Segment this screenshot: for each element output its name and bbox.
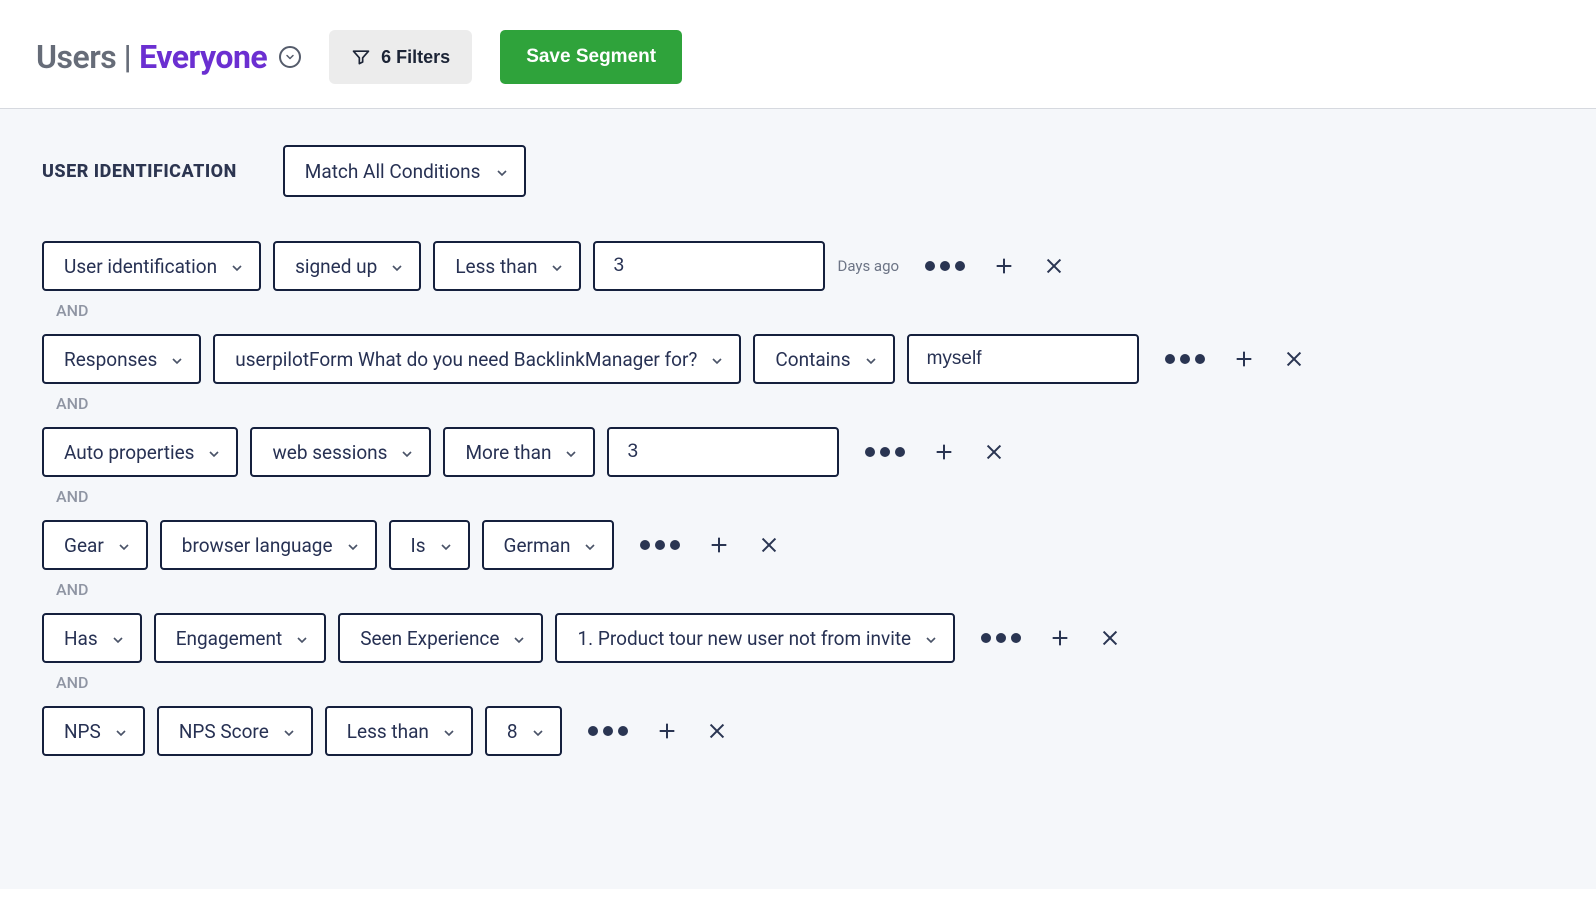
chevron-down-icon [116, 537, 132, 553]
chevron-down-icon [399, 444, 415, 460]
chevron-down-icon [438, 537, 454, 553]
and-connector: AND [56, 487, 1554, 506]
condition-row: Auto properties web sessions More than [42, 427, 1554, 477]
category-select[interactable]: NPS [42, 706, 145, 756]
segment-dropdown-toggle[interactable] [279, 46, 301, 68]
chevron-down-icon [709, 351, 725, 367]
section-title: USER IDENTIFICATION [42, 161, 237, 182]
condition-row: User identification signed up Less than … [42, 241, 1554, 291]
chevron-down-icon [563, 444, 579, 460]
condition-row: Gear browser language Is German [42, 520, 1554, 570]
value-select[interactable]: German [482, 520, 615, 570]
remove-condition-button[interactable] [1283, 348, 1305, 370]
category-select[interactable]: Auto properties [42, 427, 238, 477]
chevron-down-icon [206, 444, 222, 460]
title-prefix: Users | [36, 38, 131, 76]
operator-select[interactable]: Less than [325, 706, 473, 756]
filters-count-label: 6 Filters [381, 47, 450, 68]
and-connector: AND [56, 301, 1554, 320]
chevron-down-icon [511, 630, 527, 646]
chevron-down-icon [530, 723, 546, 739]
attribute-select[interactable]: Engagement [154, 613, 327, 663]
operator-select[interactable]: Contains [753, 334, 894, 384]
chevron-down-icon [169, 351, 185, 367]
chevron-down-icon [229, 258, 245, 274]
filters-button[interactable]: 6 Filters [329, 30, 472, 84]
attribute-select[interactable]: browser language [160, 520, 377, 570]
more-actions-button[interactable] [640, 540, 680, 550]
operator-select[interactable]: Is [389, 520, 470, 570]
chevron-down-icon [294, 630, 310, 646]
remove-condition-button[interactable] [1099, 627, 1121, 649]
add-condition-button[interactable] [656, 720, 678, 742]
add-condition-button[interactable] [993, 255, 1015, 277]
more-actions-button[interactable] [981, 633, 1021, 643]
and-connector: AND [56, 394, 1554, 413]
more-actions-button[interactable] [588, 726, 628, 736]
attribute-select[interactable]: NPS Score [157, 706, 313, 756]
add-condition-button[interactable] [1233, 348, 1255, 370]
section-header: USER IDENTIFICATION Match All Conditions [42, 145, 1554, 197]
add-condition-button[interactable] [1049, 627, 1071, 649]
chevron-down-icon [494, 163, 510, 179]
add-condition-button[interactable] [933, 441, 955, 463]
more-actions-button[interactable] [925, 261, 965, 271]
remove-condition-button[interactable] [983, 441, 1005, 463]
top-bar: Users | Everyone 6 Filters Save Segment [0, 0, 1596, 108]
more-actions-button[interactable] [865, 447, 905, 457]
funnel-icon [351, 47, 371, 67]
operator-select[interactable]: Seen Experience [338, 613, 543, 663]
and-connector: AND [56, 580, 1554, 599]
chevron-down-icon [113, 723, 129, 739]
save-segment-button[interactable]: Save Segment [500, 30, 682, 84]
category-select[interactable]: Has [42, 613, 142, 663]
condition-row: Responses userpilotForm What do you need… [42, 334, 1554, 384]
value-input[interactable] [607, 427, 839, 477]
value-select[interactable]: 8 [485, 706, 562, 756]
chevron-down-icon [281, 723, 297, 739]
add-condition-button[interactable] [708, 534, 730, 556]
operator-select[interactable]: Less than [433, 241, 581, 291]
chevron-down-icon [110, 630, 126, 646]
condition-row: NPS NPS Score Less than 8 [42, 706, 1554, 756]
condition-row: Has Engagement Seen Experience 1. Produc… [42, 613, 1554, 663]
page-title-group: Users | Everyone [36, 38, 301, 76]
remove-condition-button[interactable] [1043, 255, 1065, 277]
category-select[interactable]: Responses [42, 334, 201, 384]
value-input[interactable] [593, 241, 825, 291]
category-select[interactable]: Gear [42, 520, 148, 570]
segment-name: Everyone [139, 38, 267, 76]
match-mode-value: Match All Conditions [305, 160, 481, 183]
value-select[interactable]: 1. Product tour new user not from invite [555, 613, 955, 663]
remove-condition-button[interactable] [758, 534, 780, 556]
category-select[interactable]: User identification [42, 241, 261, 291]
attribute-select[interactable]: signed up [273, 241, 421, 291]
more-actions-button[interactable] [1165, 354, 1205, 364]
chevron-down-icon [549, 258, 565, 274]
remove-condition-button[interactable] [706, 720, 728, 742]
chevron-down-icon [863, 351, 879, 367]
chevron-down-icon [345, 537, 361, 553]
filter-builder: USER IDENTIFICATION Match All Conditions… [0, 109, 1596, 889]
attribute-select[interactable]: userpilotForm What do you need BacklinkM… [213, 334, 741, 384]
chevron-down-icon [923, 630, 939, 646]
operator-select[interactable]: More than [443, 427, 595, 477]
match-mode-select[interactable]: Match All Conditions [283, 145, 527, 197]
value-input[interactable] [907, 334, 1139, 384]
chevron-down-icon [389, 258, 405, 274]
chevron-down-icon [441, 723, 457, 739]
value-suffix: Days ago [837, 257, 899, 275]
and-connector: AND [56, 673, 1554, 692]
attribute-select[interactable]: web sessions [250, 427, 431, 477]
chevron-down-icon [582, 537, 598, 553]
